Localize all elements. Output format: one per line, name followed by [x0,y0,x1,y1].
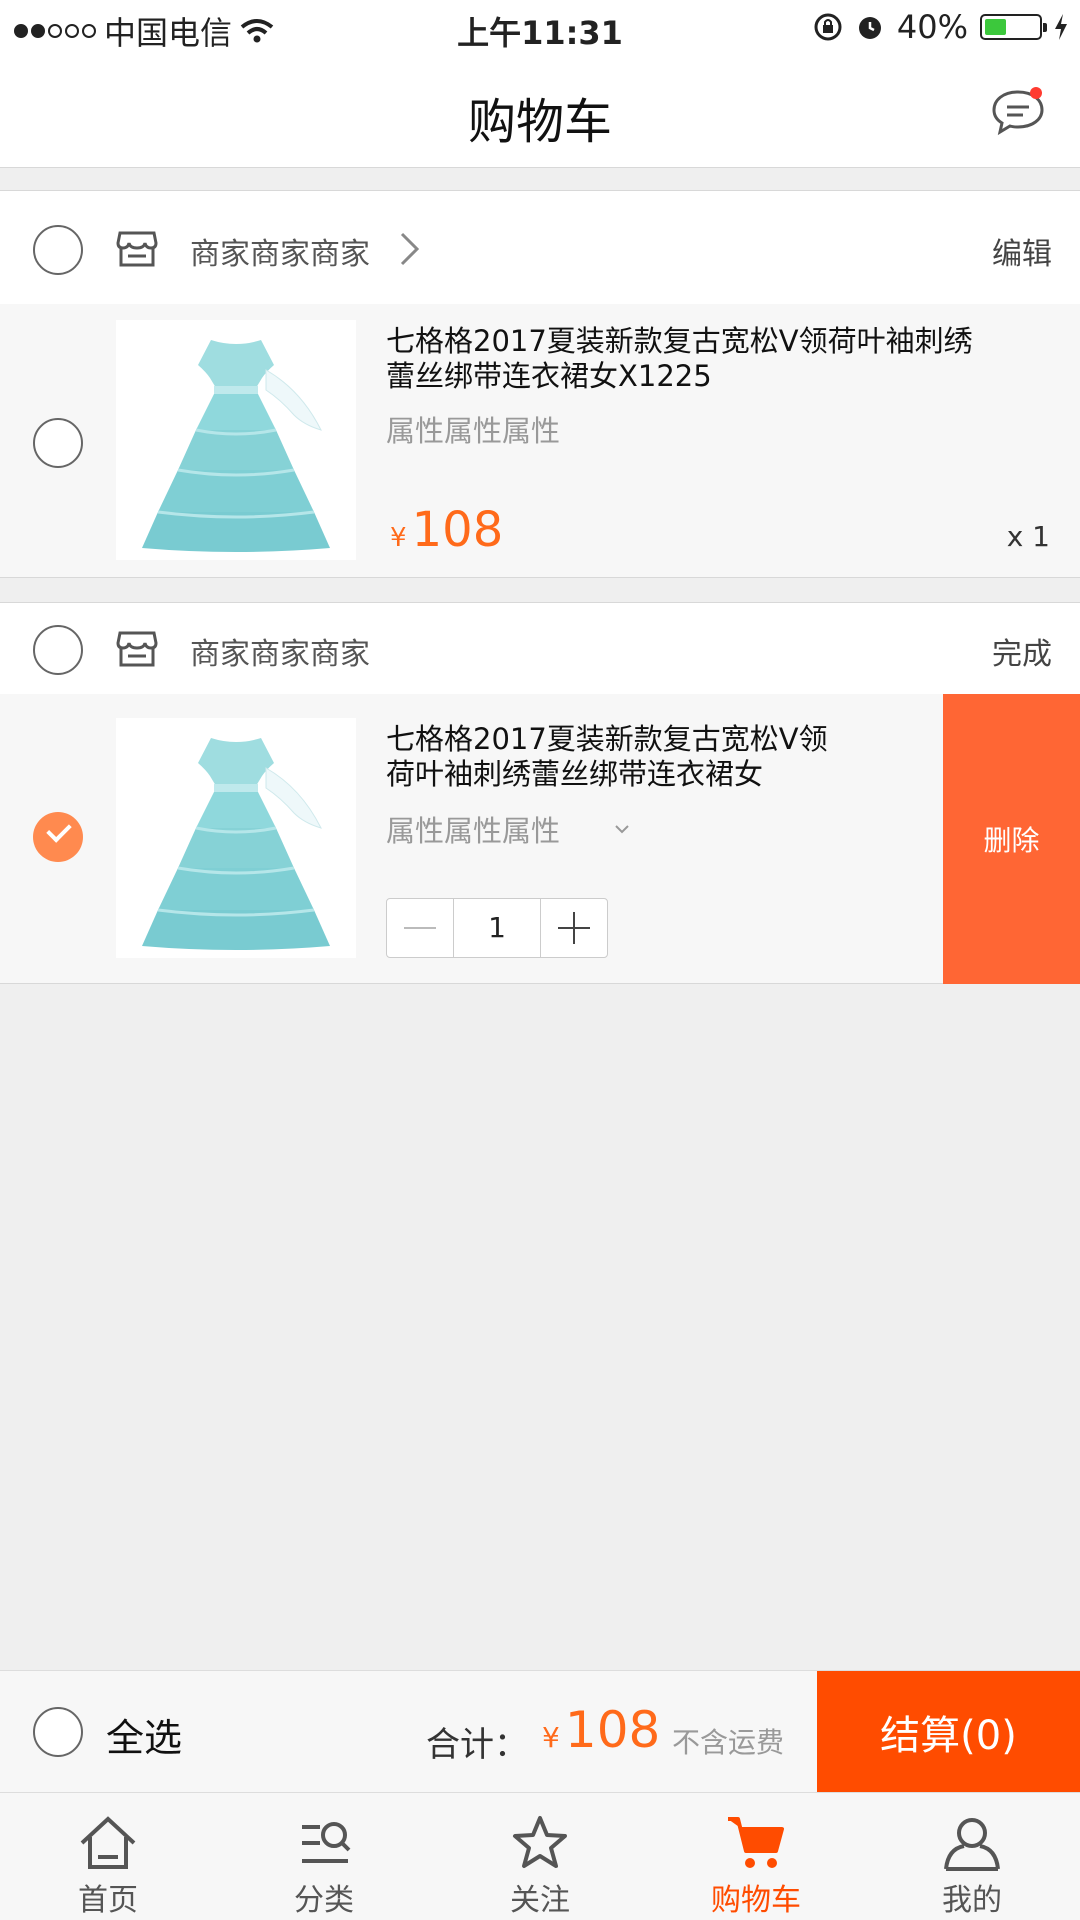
product-price: ¥ 108 [390,502,503,558]
category-search-icon [302,1822,351,1863]
tab-bar: 首页 分类 关注 购物车 我的 [0,1792,1080,1920]
user-icon [944,1818,1000,1871]
shop-select-radio[interactable] [33,625,83,675]
tab-cart[interactable]: 购物车 [648,1793,864,1920]
shop-header: 商家商家商家 编辑 [0,190,1080,304]
shop-name[interactable]: 商家商家商家 [190,629,370,673]
product-title-line2[interactable]: 荷叶袖刺绣蕾丝绑带连衣裙女 [386,757,763,792]
rotation-lock-icon [814,13,842,41]
select-all-radio[interactable] [33,1707,83,1757]
tab-label: 购物车 [711,1883,801,1918]
edit-button[interactable]: 编辑 [992,229,1052,273]
status-bar: 中国电信 上午11:31 40% [0,0,1080,56]
item-select-radio-checked[interactable] [33,812,83,862]
total-label: 合计： [426,1725,528,1765]
tab-label: 我的 [942,1883,1002,1918]
tab-label: 首页 [78,1883,138,1918]
quantity-value[interactable]: 1 [453,899,541,957]
store-icon [116,631,158,667]
message-icon[interactable] [990,86,1046,136]
charging-icon [1055,14,1067,40]
home-icon [80,1816,136,1869]
nav-bar: 购物车 [0,56,1080,168]
store-icon [116,231,158,267]
quantity-stepper: 1 [386,898,608,958]
cart-item-editing: 七格格2017夏装新款复古宽松V领 荷叶袖刺绣蕾丝绑带连衣裙女 属性属性属性 1… [0,694,1080,984]
shop-name[interactable]: 商家商家商家 [190,229,370,273]
alarm-icon [858,17,881,39]
product-attributes: 属性属性属性 [386,414,561,448]
chevron-down-icon[interactable] [614,824,630,834]
tab-home[interactable]: 首页 [0,1793,216,1920]
decrease-button[interactable] [387,899,453,957]
price-value: 108 [411,502,504,558]
product-image[interactable] [116,718,356,958]
chevron-right-icon[interactable] [398,231,422,267]
tab-category[interactable]: 分类 [216,1793,432,1920]
shipping-note: 不含运费 [672,1726,785,1759]
product-title-line2[interactable]: 蕾丝绑带连衣裙女X1225 [386,359,712,394]
quantity-label: x 1 [1006,520,1050,553]
product-image[interactable] [116,320,356,560]
total-value: 108 [564,1701,661,1759]
attribute-selector[interactable]: 属性属性属性 [386,808,560,850]
shop-select-radio[interactable] [33,225,83,275]
total-price: ¥ 108 [542,1701,660,1759]
item-select-radio[interactable] [33,418,83,468]
status-right: 40% [813,8,1068,46]
select-all-label[interactable]: 全选 [106,1707,182,1762]
tab-profile[interactable]: 我的 [864,1793,1080,1920]
battery-icon [980,14,1047,40]
settle-button[interactable]: 结算(0) [817,1671,1080,1793]
tab-follow[interactable]: 关注 [432,1793,648,1920]
increase-button[interactable] [541,899,607,957]
product-title-line1[interactable]: 七格格2017夏装新款复古宽松V领荷叶袖刺绣 [386,324,973,359]
product-title-line1[interactable]: 七格格2017夏装新款复古宽松V领 [386,722,828,757]
currency-symbol: ¥ [390,523,407,553]
currency-symbol: ¥ [542,1721,560,1754]
page-title: 购物车 [467,94,612,150]
cart-icon [728,1817,784,1868]
tab-label: 关注 [510,1883,570,1918]
star-icon [513,1816,567,1868]
checkout-bar: 全选 合计： ¥ 108 不含运费 结算(0) [0,1670,1080,1793]
tab-label: 分类 [294,1883,354,1918]
delete-button[interactable]: 删除 [943,694,1080,984]
cart-item: 七格格2017夏装新款复古宽松V领荷叶袖刺绣 蕾丝绑带连衣裙女X1225 属性属… [0,304,1080,578]
done-button[interactable]: 完成 [992,629,1052,673]
battery-percent: 40% [896,8,968,46]
